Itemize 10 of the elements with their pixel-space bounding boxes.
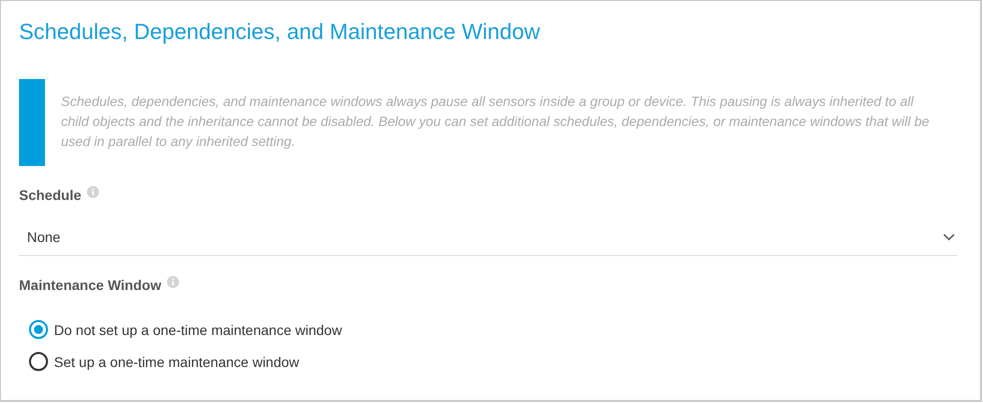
info-text: Schedules, dependencies, and maintenance windows always pause all sensors inside a group or device. This pausing is always inherited to all child objects and the inheritance cannot be disabled. Below you can set additional schedules, dependencies, or maintenance windows that will be used in parallel to any inherited setting. — [61, 93, 930, 151]
schedule-dropdown[interactable]: None — [19, 223, 957, 256]
chevron-down-icon — [943, 233, 955, 241]
section-title: Schedules, Dependencies, and Maintenance Window — [19, 18, 541, 46]
radio-label[interactable]: Do not set up a one-time maintenance window — [54, 322, 342, 338]
field-label: Schedule — [19, 186, 82, 204]
radio-button[interactable] — [29, 352, 48, 371]
radio-label[interactable]: Set up a one-time maintenance window — [54, 354, 300, 370]
radio-button[interactable] — [29, 320, 48, 339]
field-label: Maintenance Window — [19, 276, 162, 294]
